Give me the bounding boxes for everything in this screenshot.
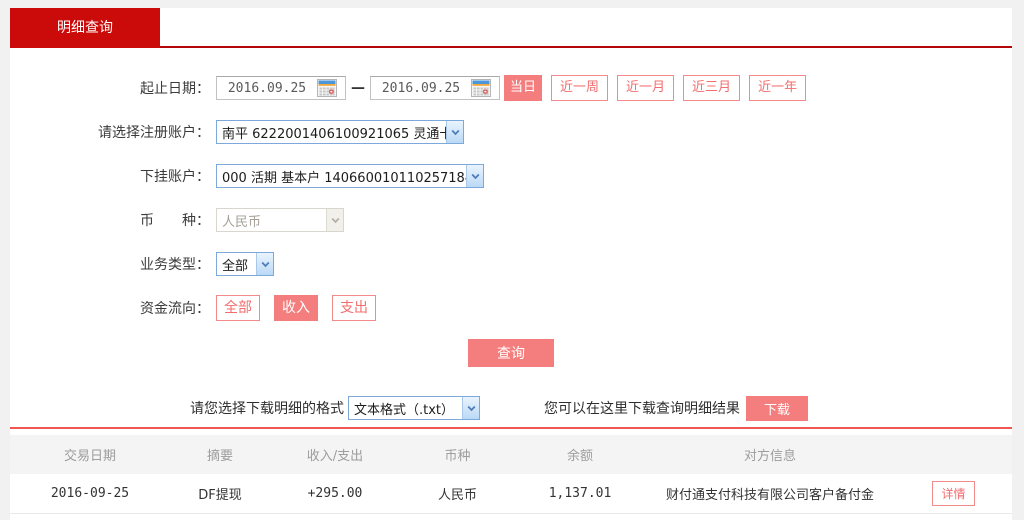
chevron-down-icon xyxy=(256,253,273,275)
fund-flow-income-button[interactable]: 收入 xyxy=(274,295,318,321)
cell-amount: +295.00 xyxy=(270,486,400,501)
fund-flow-all-button[interactable]: 全部 xyxy=(216,295,260,321)
currency-label: 币 种： xyxy=(10,210,216,230)
business-type-row: 业务类型： 全部 xyxy=(10,251,1012,277)
calendar-icon[interactable] xyxy=(317,78,341,98)
cell-counterparty: 财付通支付科技有限公司客户备付金 xyxy=(645,484,895,503)
end-date-field xyxy=(370,76,500,100)
detail-button[interactable]: 详情 xyxy=(932,481,974,506)
column-header-counterparty: 对方信息 xyxy=(645,445,895,464)
query-button-row: 查询 xyxy=(10,339,1012,367)
cell-action: 详情 xyxy=(895,481,1012,506)
quick-range-year-button[interactable]: 近一年 xyxy=(749,75,806,101)
quick-range-month-button[interactable]: 近一月 xyxy=(617,75,674,101)
table-row: 2016-09-25 DF提现 +295.00 人民币 1,137.01 财付通… xyxy=(10,474,1012,514)
registered-account-label: 请选择注册账户： xyxy=(10,122,216,142)
query-form: 起止日期： xyxy=(10,48,1012,421)
download-format-select[interactable]: 文本格式（.txt） xyxy=(348,396,480,420)
column-header-summary: 摘要 xyxy=(170,445,270,464)
sub-account-label: 下挂账户： xyxy=(10,166,216,186)
tab-detail-query[interactable]: 明细查询 xyxy=(10,8,160,48)
query-button[interactable]: 查询 xyxy=(468,339,554,367)
registered-account-value: 南平 6222001406100921065 灵通卡 xyxy=(217,123,446,142)
sub-account-value: 000 活期 基本户 1406600101102571848 xyxy=(217,167,466,186)
tab-bar: 明细查询 xyxy=(10,8,1012,48)
quick-range-week-button[interactable]: 近一周 xyxy=(551,75,608,101)
sub-account-row: 下挂账户： 000 活期 基本户 1406600101102571848 xyxy=(10,163,1012,189)
quick-range-3months-button[interactable]: 近三月 xyxy=(683,75,740,101)
end-date-input[interactable] xyxy=(371,78,471,98)
download-format-value: 文本格式（.txt） xyxy=(349,399,462,418)
start-date-input[interactable] xyxy=(217,78,317,98)
registered-account-select[interactable]: 南平 6222001406100921065 灵通卡 xyxy=(216,120,464,144)
date-range-row: 起止日期： xyxy=(10,75,1012,101)
chevron-down-icon xyxy=(446,121,463,143)
results-table: 交易日期 摘要 收入/支出 币种 余额 对方信息 2016-09-25 DF提现… xyxy=(10,427,1012,514)
currency-value: 人民币 xyxy=(217,211,326,230)
download-format-label: 请您选择下载明细的格式 xyxy=(190,398,344,418)
cell-summary: DF提现 xyxy=(170,484,270,503)
download-button[interactable]: 下载 xyxy=(746,396,808,421)
cell-balance: 1,137.01 xyxy=(515,486,645,501)
registered-account-row: 请选择注册账户： 南平 6222001406100921065 灵通卡 xyxy=(10,119,1012,145)
chevron-down-icon xyxy=(326,209,343,231)
column-header-amount: 收入/支出 xyxy=(270,445,400,464)
start-date-field xyxy=(216,76,346,100)
column-header-date: 交易日期 xyxy=(10,445,170,464)
cell-currency: 人民币 xyxy=(400,484,515,503)
column-header-balance: 余额 xyxy=(515,445,645,464)
chevron-down-icon xyxy=(462,397,479,419)
calendar-icon[interactable] xyxy=(471,78,495,98)
date-range-label: 起止日期： xyxy=(10,78,216,98)
fund-flow-label: 资金流向： xyxy=(10,298,216,318)
download-hint: 您可以在这里下载查询明细结果 xyxy=(544,398,740,418)
download-row: 请您选择下载明细的格式 文本格式（.txt） 您可以在这里下载查询明细结果 下载 xyxy=(190,395,1012,421)
chevron-down-icon xyxy=(466,165,483,187)
quick-range-today-button[interactable]: 当日 xyxy=(504,75,542,101)
business-type-value: 全部 xyxy=(217,255,256,274)
table-header-row: 交易日期 摘要 收入/支出 币种 余额 对方信息 xyxy=(10,435,1012,474)
cell-transaction-date: 2016-09-25 xyxy=(10,486,170,501)
currency-row: 币 种： 人民币 xyxy=(10,207,1012,233)
fund-flow-row: 资金流向： 全部 收入 支出 xyxy=(10,295,1012,321)
fund-flow-expense-button[interactable]: 支出 xyxy=(332,295,376,321)
currency-select: 人民币 xyxy=(216,208,344,232)
sub-account-select[interactable]: 000 活期 基本户 1406600101102571848 xyxy=(216,164,484,188)
content-panel: 明细查询 起止日期： xyxy=(10,8,1012,520)
business-type-select[interactable]: 全部 xyxy=(216,252,274,276)
business-type-label: 业务类型： xyxy=(10,254,216,274)
column-header-currency: 币种 xyxy=(400,445,515,464)
date-range-separator: — xyxy=(351,80,365,96)
